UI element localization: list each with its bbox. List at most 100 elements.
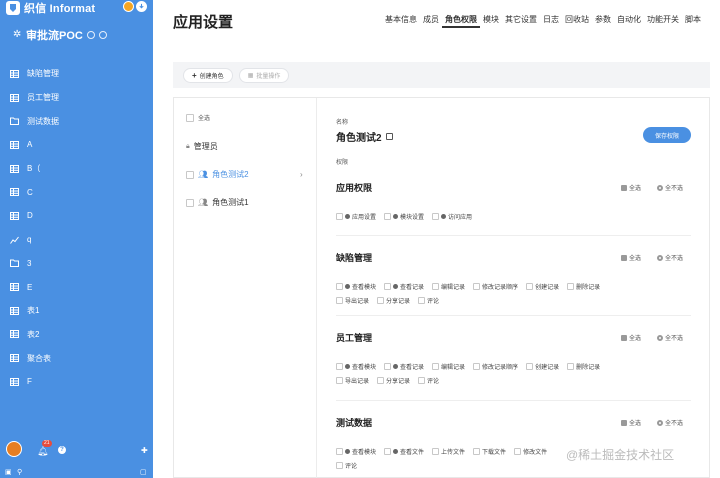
- checkbox[interactable]: [186, 113, 194, 122]
- checkbox[interactable]: [384, 363, 392, 370]
- checkbox[interactable]: [186, 198, 194, 207]
- checkbox[interactable]: [336, 377, 343, 384]
- permission-option[interactable]: 查看模块: [336, 282, 376, 291]
- permission-option[interactable]: 评论: [418, 296, 439, 305]
- tab-2[interactable]: 角色权限: [442, 14, 480, 28]
- nav-item[interactable]: A: [0, 133, 153, 157]
- tab-9[interactable]: 功能开关: [644, 14, 682, 28]
- profile-avatar[interactable]: [6, 441, 22, 457]
- checkbox[interactable]: [621, 419, 627, 426]
- checkbox[interactable]: [336, 283, 343, 290]
- permission-option[interactable]: 修改记录顺序: [473, 362, 518, 371]
- role-item-test1[interactable]: 👥︎ 角色测试1: [186, 197, 249, 208]
- permission-option[interactable]: 访问应用: [432, 212, 472, 221]
- section-select-all[interactable]: 全选: [621, 253, 641, 262]
- tab-3[interactable]: 模块: [480, 14, 502, 28]
- app-switch-icon[interactable]: ▣: [5, 468, 12, 476]
- nav-item[interactable]: 缺陷管理: [0, 62, 153, 86]
- download-icon[interactable]: [136, 1, 147, 12]
- checkbox[interactable]: [473, 448, 481, 455]
- checkbox[interactable]: [526, 283, 534, 290]
- checkbox[interactable]: [336, 363, 343, 370]
- checkbox[interactable]: [384, 283, 392, 290]
- edit-icon[interactable]: [385, 133, 393, 140]
- nav-item[interactable]: E: [0, 275, 153, 299]
- checkbox[interactable]: [567, 363, 575, 370]
- checkbox[interactable]: [621, 334, 627, 341]
- permission-option[interactable]: 查看记录: [384, 282, 424, 291]
- tab-8[interactable]: 自动化: [614, 14, 644, 28]
- section-select-none[interactable]: 全不选: [657, 253, 683, 262]
- help-icon[interactable]: ?: [58, 446, 66, 454]
- role-item-admin[interactable]: 🔒︎ 管理员: [186, 141, 218, 152]
- nav-item[interactable]: B（: [0, 157, 153, 181]
- permission-option[interactable]: 删除记录: [567, 362, 600, 371]
- tab-7[interactable]: 参数: [592, 14, 614, 28]
- save-permissions-button[interactable]: 保存权限: [643, 127, 691, 143]
- permission-option[interactable]: 编辑记录: [432, 282, 465, 291]
- permission-option[interactable]: 修改记录顺序: [473, 282, 518, 291]
- nav-item[interactable]: 员工管理: [0, 86, 153, 110]
- nav-item[interactable]: 聚合表: [0, 346, 153, 370]
- checkbox[interactable]: [336, 448, 343, 455]
- checkbox[interactable]: [432, 448, 440, 455]
- checkbox[interactable]: [432, 363, 440, 370]
- checkbox[interactable]: [336, 297, 343, 304]
- tab-5[interactable]: 日志: [540, 14, 562, 28]
- checkbox[interactable]: [514, 448, 522, 455]
- more-icon[interactable]: [98, 31, 107, 39]
- add-user-icon[interactable]: ✚: [141, 446, 148, 455]
- app-name[interactable]: 审批流POC: [26, 27, 107, 43]
- checkbox[interactable]: [384, 213, 392, 220]
- permission-option[interactable]: 创建记录: [526, 362, 559, 371]
- permission-option[interactable]: 编辑记录: [432, 362, 465, 371]
- checkbox[interactable]: [473, 283, 481, 290]
- permission-option[interactable]: 查看模块: [336, 362, 376, 371]
- tab-4[interactable]: 其它设置: [502, 14, 540, 28]
- tab-6[interactable]: 回收站: [562, 14, 592, 28]
- permission-option[interactable]: 下载文件: [473, 447, 506, 456]
- permission-option[interactable]: 创建记录: [526, 282, 559, 291]
- checkbox[interactable]: [336, 213, 343, 220]
- nav-item[interactable]: 表2: [0, 323, 153, 347]
- section-select-none[interactable]: 全不选: [657, 418, 683, 427]
- nav-item[interactable]: 表1: [0, 299, 153, 323]
- checkbox[interactable]: [418, 377, 426, 384]
- section-select-all[interactable]: 全选: [621, 418, 641, 427]
- section-select-all[interactable]: 全选: [621, 183, 641, 192]
- settings-icon[interactable]: [86, 31, 95, 39]
- user-avatar[interactable]: [123, 1, 134, 12]
- tab-10[interactable]: 脚本: [682, 14, 704, 28]
- permission-option[interactable]: 导出记录: [336, 296, 369, 305]
- checkbox[interactable]: [384, 448, 392, 455]
- section-select-all[interactable]: 全选: [621, 333, 641, 342]
- role-item-test2[interactable]: 👥︎ 角色测试2: [186, 169, 249, 180]
- nav-item[interactable]: 3: [0, 252, 153, 276]
- nav-item[interactable]: q: [0, 228, 153, 252]
- checkbox[interactable]: [526, 363, 534, 370]
- permission-option[interactable]: 分享记录: [377, 296, 410, 305]
- brand[interactable]: 织信 Informat: [6, 0, 95, 15]
- checkbox[interactable]: [432, 283, 440, 290]
- permission-option[interactable]: 模块设置: [384, 212, 424, 221]
- permission-option[interactable]: 删除记录: [567, 282, 600, 291]
- permission-option[interactable]: 查看文件: [384, 447, 424, 456]
- checkbox[interactable]: [186, 170, 194, 179]
- tab-1[interactable]: 成员: [420, 14, 442, 28]
- bell-icon[interactable]: 🔔︎: [37, 446, 48, 457]
- section-select-none[interactable]: 全不选: [657, 333, 683, 342]
- checkbox[interactable]: [432, 213, 440, 220]
- permission-option[interactable]: 修改文件: [514, 447, 547, 456]
- permission-option[interactable]: 应用设置: [336, 212, 376, 221]
- permission-option[interactable]: 评论: [418, 376, 439, 385]
- permission-option[interactable]: 分享记录: [377, 376, 410, 385]
- checkbox[interactable]: [621, 184, 627, 191]
- tab-0[interactable]: 基本信息: [382, 14, 420, 28]
- permission-option[interactable]: 导出记录: [336, 376, 369, 385]
- create-role-button[interactable]: + 创建角色: [183, 67, 233, 83]
- checkbox[interactable]: [377, 377, 385, 384]
- checkbox[interactable]: [418, 297, 426, 304]
- section-select-none[interactable]: 全不选: [657, 183, 683, 192]
- nav-item[interactable]: D: [0, 204, 153, 228]
- batch-ops-button[interactable]: ▦ 批量操作: [238, 67, 290, 83]
